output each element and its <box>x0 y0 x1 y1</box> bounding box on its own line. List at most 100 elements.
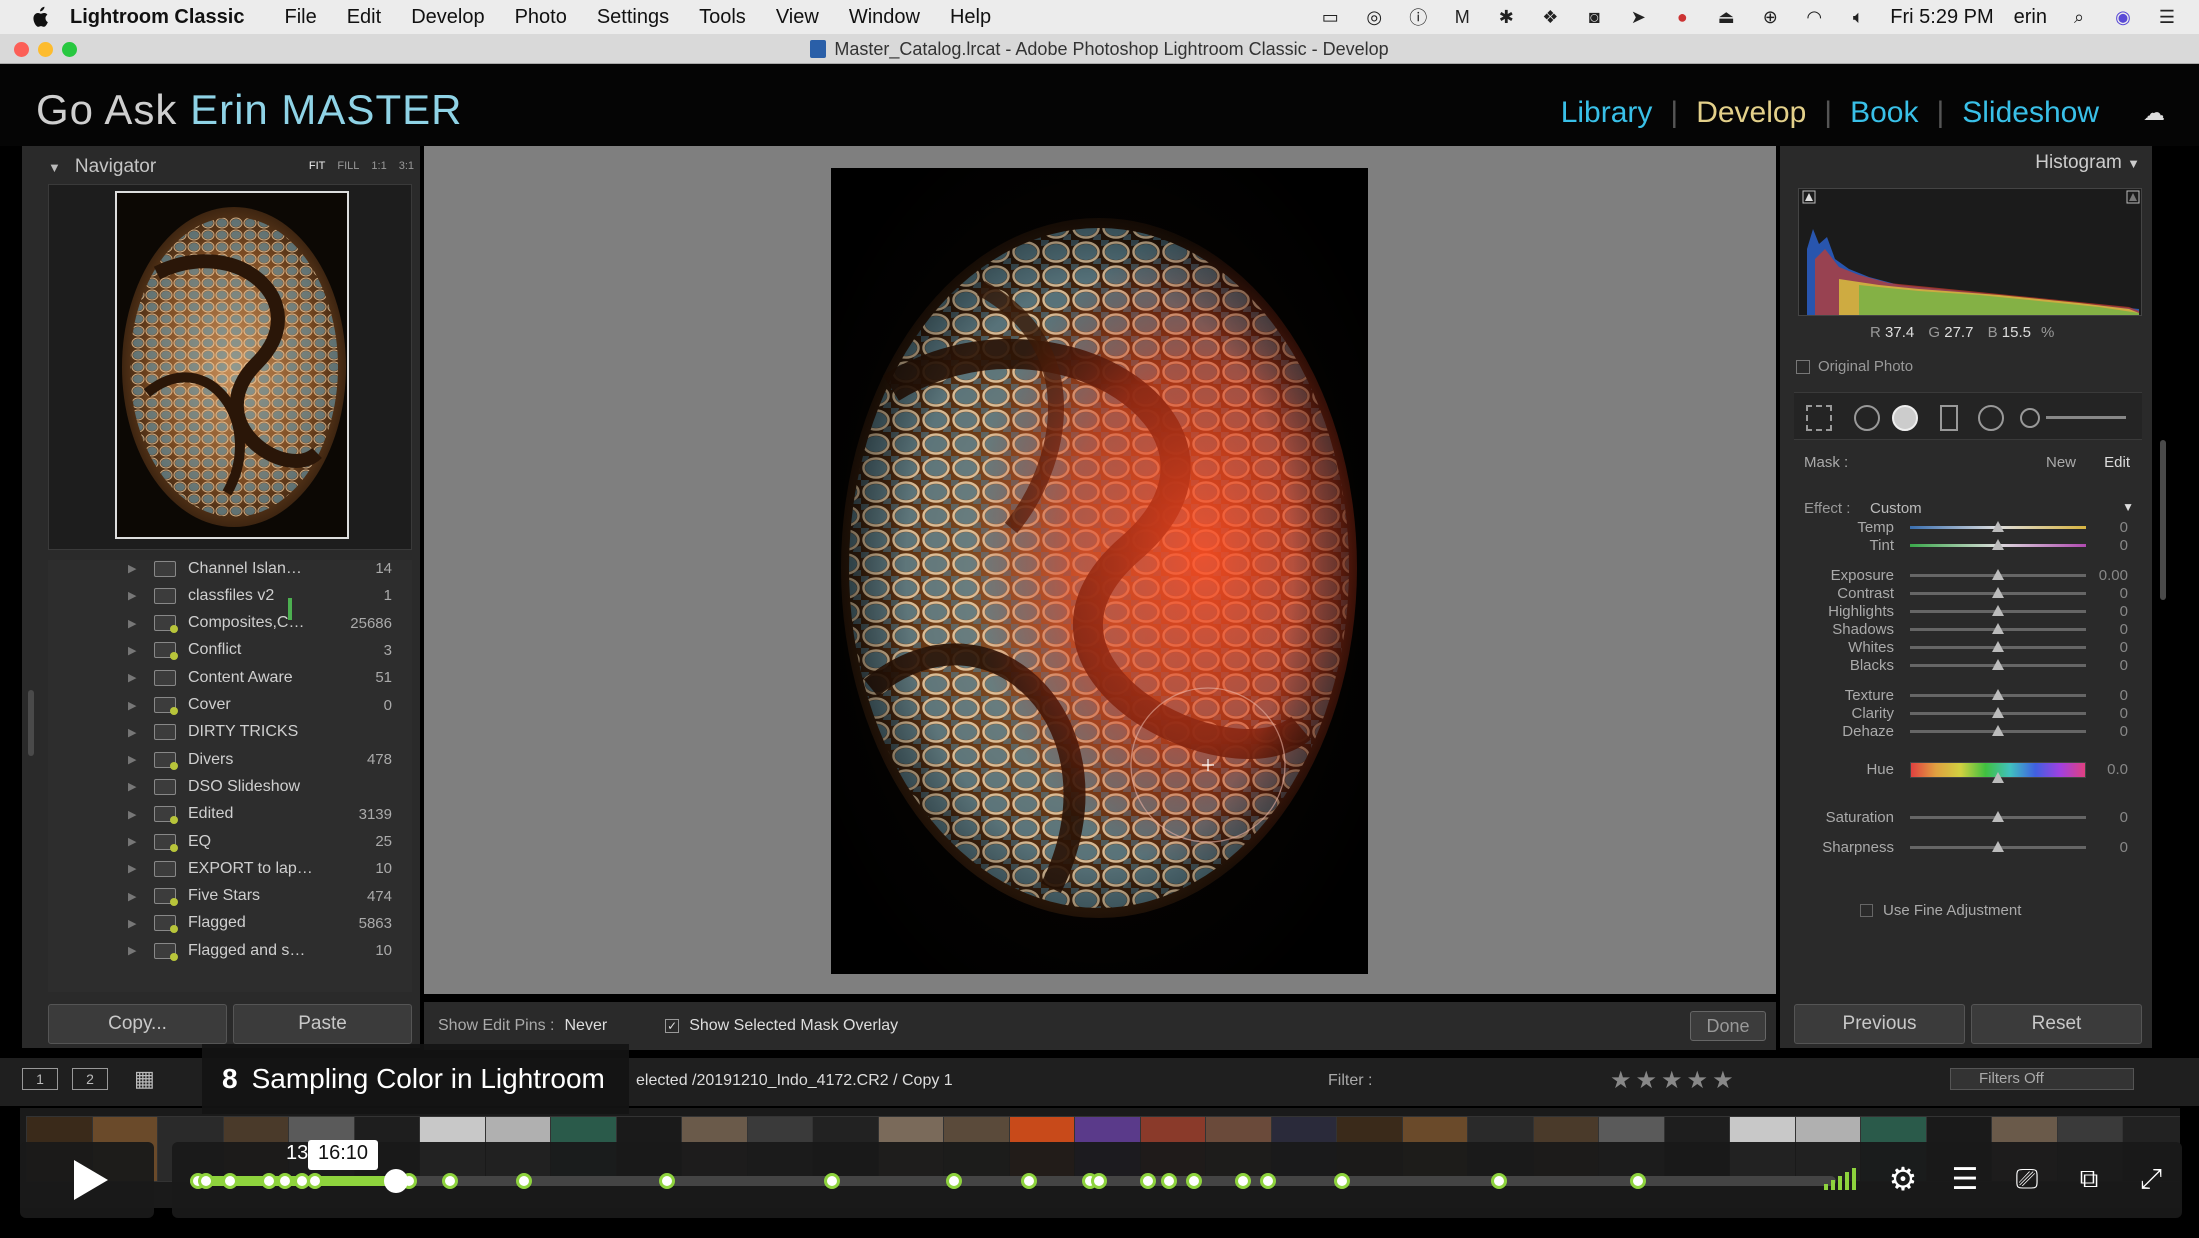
slider-thumb[interactable] <box>1992 811 2004 822</box>
graduated-filter-icon[interactable] <box>1940 405 1958 431</box>
slider-saturation[interactable]: Saturation 0 <box>1794 806 2142 828</box>
collection-row[interactable]: ▶ DSO Slideshow <box>48 773 412 800</box>
volume-icon[interactable] <box>1824 1162 1858 1196</box>
collection-row[interactable]: ▶ Composites,C… 25686 <box>48 610 412 637</box>
left-panel-scrollbar[interactable] <box>28 690 34 756</box>
airplay-icon[interactable]: ⎚ <box>2010 1162 2044 1196</box>
slider-track[interactable] <box>1910 725 2086 736</box>
slider-hue[interactable]: Hue 0.0 <box>1794 758 2142 783</box>
chapter-marker[interactable] <box>1235 1173 1252 1189</box>
expand-arrow-icon[interactable]: ▶ <box>128 617 136 630</box>
slider-track[interactable] <box>1910 689 2086 700</box>
menu-app-name[interactable]: Lightroom Classic <box>70 6 244 29</box>
filter-preset-select[interactable]: Filters Off <box>1950 1068 2134 1090</box>
slider-thumb[interactable] <box>1992 587 2004 598</box>
coral-photo-image[interactable] <box>831 168 1368 974</box>
navigator-header[interactable]: ▼ Navigator FIT FILL 1:1 3:1 <box>48 152 418 182</box>
apple-icon[interactable] <box>28 6 50 28</box>
chapter-marker[interactable] <box>221 1173 238 1189</box>
histogram-header[interactable]: Histogram ▼ <box>2035 152 2140 174</box>
expand-arrow-icon[interactable]: ▶ <box>128 917 136 930</box>
collapse-triangle-icon[interactable]: ▼ <box>2127 156 2140 171</box>
menu-file[interactable]: File <box>284 6 316 29</box>
slider-thumb[interactable] <box>1992 689 2004 700</box>
collection-row[interactable]: ▶ Cover 0 <box>48 692 412 719</box>
chapter-marker[interactable] <box>307 1173 324 1189</box>
chapter-marker[interactable] <box>1260 1173 1277 1189</box>
settings-gear-icon[interactable]: ⚙ <box>1886 1161 1920 1197</box>
edit-pins-select[interactable]: Never <box>565 1017 608 1035</box>
mask-overlay-checkbox[interactable]: ✓ <box>665 1019 680 1033</box>
rating-filter-stars[interactable]: ★★★★★ <box>1610 1066 1738 1095</box>
slider-thumb[interactable] <box>1992 521 2004 532</box>
slider-track[interactable] <box>1910 659 2086 670</box>
collection-row[interactable]: ▶ classfiles v2 1 <box>48 582 412 609</box>
spotlight-search-icon[interactable]: ⌕ <box>2067 7 2091 27</box>
picture-in-picture-icon[interactable]: ⧉ <box>2072 1162 2106 1196</box>
collapse-triangle-icon[interactable]: ▼ <box>2122 500 2134 514</box>
slider-thumb[interactable] <box>1992 539 2004 550</box>
slider-tint[interactable]: Tint 0 <box>1794 534 2142 556</box>
reset-button[interactable]: Reset <box>1971 1004 2142 1044</box>
filmstrip-breadcrumb[interactable]: elected /20191210_Indo_4172.CR2 / Copy 1 <box>636 1072 953 1090</box>
slider-track[interactable] <box>1910 841 2086 852</box>
creative-cloud-icon[interactable]: ◎ <box>1362 7 1386 27</box>
video-progress-bar[interactable] <box>190 1169 1836 1193</box>
radial-filter-icon[interactable] <box>1978 405 2004 431</box>
slider-thumb[interactable] <box>1992 623 2004 634</box>
progress-knob[interactable] <box>383 1169 408 1193</box>
screen-share-icon[interactable]: ▭ <box>1318 7 1342 27</box>
slider-value[interactable]: 0 <box>2120 657 2128 674</box>
slider-thumb[interactable] <box>1992 725 2004 736</box>
secondary-window-button[interactable]: 2 <box>72 1068 108 1090</box>
collections-scroll-indicator[interactable] <box>288 598 292 620</box>
slider-value[interactable]: 0 <box>2120 839 2128 856</box>
menu-help[interactable]: Help <box>950 6 991 29</box>
original-photo-checkbox[interactable] <box>1796 359 1810 374</box>
navigator-preview[interactable] <box>48 184 412 550</box>
chapter-marker[interactable] <box>1490 1173 1507 1189</box>
chapter-marker[interactable] <box>516 1173 533 1189</box>
menu-edit[interactable]: Edit <box>347 6 381 29</box>
chapter-marker[interactable] <box>823 1173 840 1189</box>
slider-track[interactable] <box>1910 623 2086 634</box>
malwarebytes-icon[interactable]: M <box>1450 7 1474 27</box>
expand-arrow-icon[interactable]: ▶ <box>128 862 136 875</box>
copy-settings-button[interactable]: Copy... <box>48 1004 227 1044</box>
expand-arrow-icon[interactable]: ▶ <box>128 671 136 684</box>
slider-track[interactable] <box>1910 521 2086 532</box>
slider-dehaze[interactable]: Dehaze 0 <box>1794 720 2142 742</box>
mask-edit-button[interactable]: Edit <box>2104 454 2130 471</box>
slider-value[interactable]: 0 <box>2120 809 2128 826</box>
menubar-user[interactable]: erin <box>2014 6 2047 29</box>
slider-thumb[interactable] <box>1992 772 2004 783</box>
spot-removal-icon[interactable] <box>1854 405 1880 431</box>
collapse-triangle-icon[interactable]: ▼ <box>48 160 61 175</box>
slider-track[interactable] <box>1910 539 2086 550</box>
fine-adjustment-toggle[interactable]: Use Fine Adjustment <box>1860 902 2021 919</box>
slider-track[interactable] <box>1910 569 2086 580</box>
adjustment-brush-icon[interactable] <box>2020 408 2040 428</box>
expand-arrow-icon[interactable]: ▶ <box>128 699 136 712</box>
grid-view-icon[interactable]: ▦ <box>134 1066 155 1092</box>
paste-settings-button[interactable]: Paste <box>233 1004 412 1044</box>
slider-thumb[interactable] <box>1992 707 2004 718</box>
slider-track[interactable] <box>1910 641 2086 652</box>
arrow-icon[interactable]: ➤ <box>1626 7 1650 27</box>
main-photo[interactable] <box>831 168 1368 974</box>
chapter-marker[interactable] <box>261 1173 277 1189</box>
slider-thumb[interactable] <box>1992 641 2004 652</box>
menu-photo[interactable]: Photo <box>515 6 567 29</box>
chapter-marker[interactable] <box>1630 1173 1647 1189</box>
chapter-marker[interactable] <box>277 1173 294 1189</box>
expand-arrow-icon[interactable]: ▶ <box>128 808 136 821</box>
slider-value[interactable]: 0.0 <box>2107 761 2128 778</box>
chapter-marker[interactable] <box>1090 1173 1107 1189</box>
collection-row[interactable]: ▶ EQ 25 <box>48 828 412 855</box>
effect-preset-select[interactable]: Custom <box>1870 500 1922 517</box>
collection-row[interactable]: ▶ Edited 3139 <box>48 801 412 828</box>
expand-arrow-icon[interactable]: ▶ <box>128 753 136 766</box>
chapter-marker[interactable] <box>1334 1173 1351 1189</box>
chapter-marker[interactable] <box>659 1173 676 1189</box>
chapter-marker[interactable] <box>1161 1173 1178 1189</box>
